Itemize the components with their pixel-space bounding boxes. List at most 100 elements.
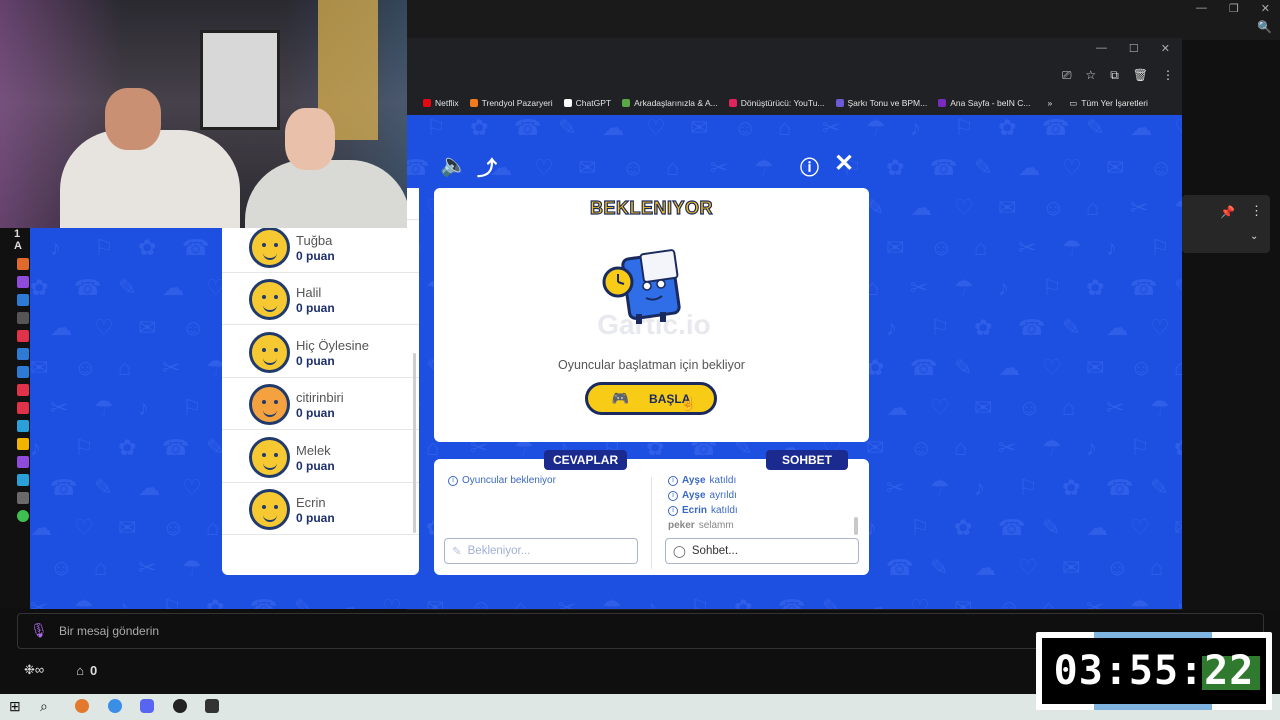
- app-icon[interactable]: [17, 294, 29, 306]
- app-icon[interactable]: [205, 699, 219, 713]
- app-icon[interactable]: [17, 474, 29, 486]
- tab-answers[interactable]: CEVAPLAR: [544, 450, 628, 470]
- start-button[interactable]: 🎮 BAŞLA: [585, 382, 717, 415]
- app-icon[interactable]: [17, 258, 29, 270]
- outer-window-controls: — ❐ ✕: [1196, 2, 1270, 15]
- minimize-icon[interactable]: —: [1096, 42, 1107, 55]
- answer-input[interactable]: ✎ Bekleniyor...: [444, 538, 638, 564]
- pattern-icon: ✿: [998, 115, 1017, 140]
- bookmark-item[interactable]: ChatGPT: [563, 98, 611, 108]
- close-icon[interactable]: ✕: [834, 149, 854, 178]
- player-row: Halil 0 puan: [222, 273, 419, 325]
- tab-chat[interactable]: SOHBET: [766, 450, 849, 470]
- bookmark-item[interactable]: Netflix: [423, 98, 459, 108]
- pinned-card: 📌 ⋮ ⌄: [1182, 195, 1270, 253]
- stream-timer: 03:55:22: [1036, 632, 1272, 710]
- pattern-icon: ☎: [886, 555, 914, 580]
- all-bookmarks[interactable]: ▭ Tüm Yer İşaretleri: [1069, 98, 1148, 109]
- pin-icon[interactable]: 📌: [1220, 205, 1235, 219]
- pattern-icon: ✉: [886, 235, 905, 260]
- pattern-icon: ✉: [118, 515, 137, 540]
- trash-icon[interactable]: 🗑: [1133, 68, 1148, 83]
- share-icon[interactable]: ⤴: [477, 152, 497, 181]
- app-icon[interactable]: [17, 312, 29, 324]
- app-icon[interactable]: [17, 492, 29, 504]
- pattern-icon: ✂: [710, 155, 729, 180]
- app-icon[interactable]: [17, 510, 29, 522]
- waiting-mascot-illustration: Gartic.io: [597, 249, 711, 336]
- close-icon[interactable]: ✕: [1161, 42, 1170, 55]
- start-icon[interactable]: ⊞: [9, 698, 21, 715]
- app-icon[interactable]: [17, 276, 29, 288]
- zoom-icon[interactable]: 🔍: [1257, 20, 1272, 34]
- chrome-icon[interactable]: [108, 699, 122, 713]
- app-icon[interactable]: [17, 456, 29, 468]
- pattern-icon: ☺: [162, 515, 185, 540]
- sound-icon[interactable]: 🔈: [440, 152, 467, 178]
- pattern-icon: ✂: [1130, 195, 1149, 220]
- pattern-icon: ✿: [1086, 275, 1105, 300]
- pattern-icon: ✿: [886, 155, 905, 180]
- player-list-scrollbar[interactable]: [413, 353, 416, 533]
- player-row: Hiç Öylesine 0 puan: [222, 326, 419, 378]
- bookmark-item[interactable]: Dönüştürücü: YouTu...: [728, 98, 825, 108]
- bookmark-item[interactable]: Trendyol Pazaryeri: [469, 98, 553, 108]
- pattern-icon: ♪: [118, 595, 129, 609]
- app-icon[interactable]: [17, 438, 29, 450]
- discord-icon[interactable]: [140, 699, 154, 713]
- chat-message: i Ecrin katıldı: [668, 505, 858, 516]
- pattern-icon: ♡: [74, 515, 94, 540]
- player-row: Tuğba 0 puan: [222, 221, 419, 273]
- minimize-icon[interactable]: —: [1196, 2, 1207, 15]
- pattern-icon: ⌂: [1042, 595, 1056, 609]
- search-icon[interactable]: ⌕: [40, 698, 48, 715]
- pattern-icon: ☺: [1042, 195, 1065, 220]
- mic-icon[interactable]: 🎙: [30, 622, 48, 639]
- app-icon[interactable]: [17, 384, 29, 396]
- app-icon[interactable]: [17, 348, 29, 360]
- chat-message: i Ayşe ayrıldı: [668, 490, 858, 501]
- pattern-icon: ✉: [1062, 555, 1081, 580]
- bookmark-item[interactable]: Şarkı Tonu ve BPM...: [835, 98, 927, 108]
- maximize-icon[interactable]: ☐: [1129, 42, 1139, 55]
- chat-scrollbar[interactable]: [854, 517, 858, 535]
- menu-icon[interactable]: ⋮: [1162, 68, 1174, 83]
- more-icon[interactable]: ⋮: [1250, 203, 1263, 219]
- info-icon[interactable]: ⓘ: [800, 153, 819, 180]
- bookmarks-more[interactable]: »: [1048, 98, 1053, 108]
- bookmark-item[interactable]: Ana Sayfa - beIN C...: [938, 98, 1031, 108]
- pattern-icon: ☁: [866, 595, 888, 609]
- app-icon[interactable]: [17, 420, 29, 432]
- chevron-down-icon[interactable]: ⌄: [1250, 231, 1258, 242]
- pattern-icon: ✿: [1174, 435, 1182, 461]
- app-icon[interactable]: [17, 330, 29, 342]
- pattern-icon: ♡: [94, 315, 114, 340]
- player-name: Ecrin: [296, 495, 326, 510]
- store-icon[interactable]: ⌂: [76, 663, 84, 678]
- pattern-icon: ☁: [910, 195, 932, 220]
- close-icon[interactable]: ✕: [1261, 2, 1270, 15]
- restore-icon[interactable]: ❐: [1229, 2, 1239, 15]
- answers-info: i Oyuncular bekleniyor: [448, 475, 556, 486]
- chat-input[interactable]: ◯ Sohbet...: [665, 538, 859, 564]
- pattern-icon: ☎: [910, 355, 938, 380]
- pattern-icon: ♡: [646, 115, 666, 140]
- cast-icon[interactable]: ⎚: [1062, 68, 1072, 83]
- app-icon[interactable]: [17, 366, 29, 378]
- bookmark-icon: [728, 99, 737, 107]
- pattern-icon: ⚐: [182, 395, 202, 420]
- emoji-icon[interactable]: ❉∞: [24, 662, 44, 678]
- chat-user: Ayşe: [682, 475, 706, 486]
- star-icon[interactable]: ☆: [1085, 68, 1096, 83]
- pattern-icon: ✎: [974, 155, 993, 180]
- extensions-icon[interactable]: ⧉: [1110, 68, 1119, 83]
- pattern-icon: ✿: [1062, 475, 1081, 500]
- pattern-icon: ♡: [1062, 155, 1082, 180]
- app-icon[interactable]: [75, 699, 89, 713]
- player-avatar: [249, 384, 290, 425]
- app-icon[interactable]: [17, 402, 29, 414]
- bookmark-item[interactable]: Arkadaşlarınızla & A...: [622, 98, 718, 108]
- obs-icon[interactable]: [173, 699, 187, 713]
- left-app-strip: 1 A: [0, 228, 30, 608]
- pattern-icon: ☁: [50, 315, 72, 340]
